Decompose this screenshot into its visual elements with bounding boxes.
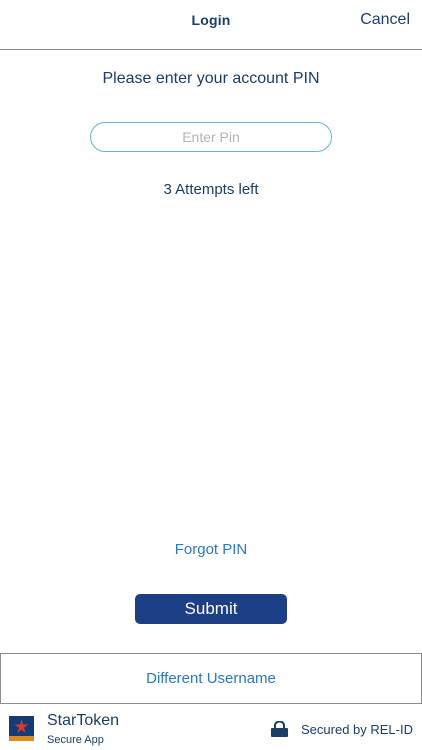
- cancel-button[interactable]: Cancel: [360, 11, 410, 29]
- page-title: Login: [191, 12, 231, 28]
- forgot-pin-link[interactable]: Forgot PIN: [0, 541, 422, 558]
- star-token-logo-icon: [9, 716, 34, 741]
- pin-input[interactable]: [90, 122, 332, 152]
- app-name: StarToken: [47, 712, 120, 729]
- footer: StarToken Secure App Secured by REL-ID: [0, 704, 422, 750]
- different-username-button[interactable]: Different Username: [0, 653, 422, 704]
- pin-prompt: Please enter your account PIN: [102, 70, 320, 87]
- lock-icon: [271, 721, 288, 737]
- header-bar: Login Cancel: [0, 0, 422, 50]
- app-subtitle: Secure App: [47, 734, 104, 746]
- secured-by-text: Secured by REL-ID: [301, 722, 413, 737]
- submit-button[interactable]: Submit: [135, 594, 287, 624]
- attempts-left-text: 3 Attempts left: [163, 181, 259, 198]
